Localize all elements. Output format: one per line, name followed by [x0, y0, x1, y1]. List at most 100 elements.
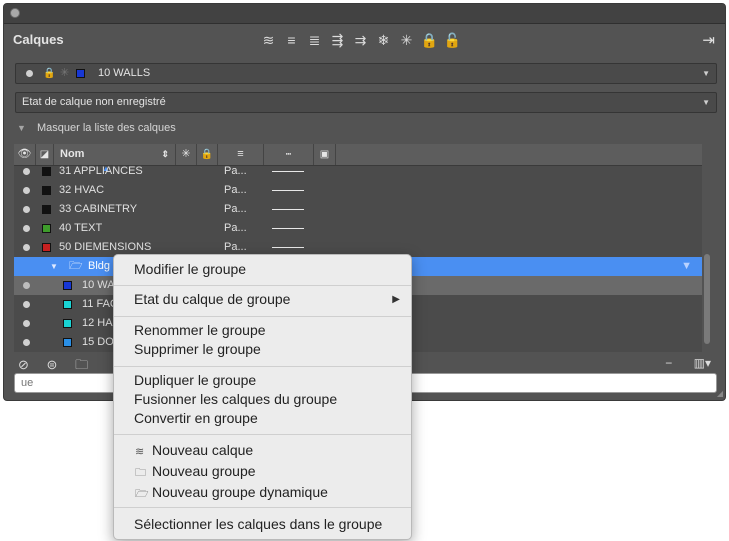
menu-item-duplicate-group[interactable]: Dupliquer le groupe	[134, 372, 256, 388]
freeze-status-icon: ✳	[60, 67, 70, 79]
collapse-label: Masquer la liste des calques	[36, 122, 176, 134]
visibility-icon	[26, 70, 33, 77]
table-row[interactable]: 33 CABINETRY Pa...	[14, 200, 702, 219]
lock-icon[interactable]: 🔒	[420, 31, 439, 49]
table-row[interactable]: 31 APPLIANCES Pa...	[14, 162, 702, 181]
linetype-line	[272, 171, 304, 172]
close-panel-button[interactable]	[10, 8, 20, 18]
unlock-icon[interactable]: 🔓	[443, 31, 462, 49]
visibility-icon[interactable]	[23, 320, 30, 327]
menu-item-rename-group[interactable]: Renommer le groupe	[134, 322, 266, 338]
plot-style: Pa...	[224, 184, 247, 196]
menu-divider	[114, 285, 411, 286]
menu-item-new-dynamic-group[interactable]: 🗁 Nouveau groupe dynamique	[135, 484, 328, 504]
menu-item-new-layer[interactable]: ≋ Nouveau calque	[135, 442, 253, 458]
print-icon: ▣	[319, 149, 330, 160]
menu-divider	[114, 507, 411, 508]
lock-status-icon: 🔒	[43, 68, 56, 79]
menu-item-label: Etat du calque de groupe	[134, 291, 291, 307]
color-swatch[interactable]	[42, 224, 51, 233]
columns-menu-icon[interactable]: ▥▾	[694, 356, 711, 370]
layer-toolbar: ≋ ≡ ≣ ⇶ ⇉ ❄ ✳ 🔒 🔓	[259, 31, 462, 49]
color-swatch[interactable]	[42, 243, 51, 252]
visibility-icon[interactable]	[23, 187, 30, 194]
visibility-icon[interactable]	[23, 206, 30, 213]
triangle-down-icon: ▼	[50, 262, 58, 271]
layers-icon: ≋	[135, 446, 145, 458]
panel-titlebar	[4, 4, 725, 24]
color-swatch[interactable]	[42, 167, 51, 176]
visibility-icon[interactable]	[23, 225, 30, 232]
bottom-right-toolbar: − ▥▾	[665, 356, 711, 370]
menu-item-select-layers[interactable]: Sélectionner les calques dans le groupe	[134, 516, 382, 532]
menu-item-delete-group[interactable]: Supprimer le groupe	[134, 341, 261, 357]
filter-icon: ▼	[681, 260, 692, 272]
plot-style: Pa...	[224, 222, 247, 234]
layer-name: 32 HVAC	[59, 184, 105, 196]
menu-divider	[114, 316, 411, 317]
column-name-label: Nom	[60, 148, 85, 160]
layer-match-icon[interactable]: ≣	[305, 31, 324, 49]
resize-grip[interactable]: ◢	[717, 389, 723, 398]
menu-item-edit-group[interactable]: Modifier le groupe	[134, 261, 246, 277]
table-row[interactable]: 40 TEXT Pa...	[14, 219, 702, 238]
linetype-icon: ┅	[285, 149, 292, 159]
color-swatch[interactable]	[42, 186, 51, 195]
table-row[interactable]: 32 HVAC Pa...	[14, 181, 702, 200]
context-menu: Modifier le groupe Etat du calque de gro…	[113, 254, 412, 540]
visibility-icon[interactable]	[23, 339, 30, 346]
plot-style: Pa...	[224, 165, 247, 177]
freeze-icon[interactable]: ❄	[374, 31, 393, 49]
current-layer-name: 10 WALLS	[98, 67, 151, 79]
triangle-down-icon: ▼	[17, 123, 26, 133]
scroll-thumb[interactable]	[704, 254, 710, 344]
color-swatch[interactable]	[63, 281, 72, 290]
menu-item-convert-group[interactable]: Convertir en groupe	[134, 410, 258, 426]
visibility-icon[interactable]	[23, 244, 30, 251]
menu-divider	[114, 434, 411, 435]
layer-previous-icon[interactable]: ⇶	[328, 31, 347, 49]
color-swatch[interactable]	[63, 300, 72, 309]
visibility-icon[interactable]	[23, 168, 30, 175]
visibility-icon[interactable]	[23, 301, 30, 308]
layer-properties-icon[interactable]: ≡	[282, 31, 301, 49]
layer-state-icon[interactable]: ≋	[259, 31, 278, 49]
lock-icon: 🔒	[200, 149, 214, 160]
minus-icon[interactable]: −	[665, 356, 672, 370]
current-layer-dropdown[interactable]: 🔒 ✳ 10 WALLS ▼	[15, 63, 717, 84]
color-swatch[interactable]	[63, 319, 72, 328]
group-name: Bldg	[88, 260, 111, 272]
lineweight-icon: ≡	[237, 148, 244, 160]
layer-scrollbar[interactable]	[704, 164, 710, 352]
color-swatch[interactable]	[42, 205, 51, 214]
layer-name: 40 TEXT	[59, 222, 103, 234]
new-layer-vp-icon[interactable]: ⊜	[47, 357, 58, 372]
menu-divider	[114, 366, 411, 367]
linetype-line	[272, 190, 304, 191]
layer-isolate-icon[interactable]: ⇉	[351, 31, 370, 49]
color-swatch[interactable]	[63, 338, 72, 347]
thaw-icon[interactable]: ✳	[397, 31, 416, 49]
menu-item-group-state[interactable]: Etat du calque de groupe	[134, 291, 390, 307]
menu-item-label: Nouveau groupe dynamique	[152, 484, 328, 500]
chevron-down-icon: ▼	[702, 69, 710, 78]
dynamic-folder-icon: 🗁	[135, 488, 149, 500]
visibility-icon[interactable]	[23, 282, 30, 289]
linetype-line	[272, 209, 304, 210]
layer-state-dropdown[interactable]: Etat de calque non enregistré ▼	[15, 92, 717, 113]
menu-item-new-group[interactable]: 🗀 Nouveau groupe	[135, 463, 256, 483]
new-layer-icon[interactable]: ⊘	[18, 357, 29, 372]
new-group-icon[interactable]: 🗀	[75, 357, 88, 372]
plot-style: Pa...	[224, 203, 247, 215]
chevron-down-icon: ▼	[702, 98, 710, 107]
layer-name: 15 DO	[82, 336, 114, 348]
dynamic-group-icon: 🗁	[69, 260, 83, 272]
collapse-layer-list[interactable]: ▼ Masquer la liste des calques	[17, 122, 176, 134]
menu-item-merge-group[interactable]: Fusionner les calques du groupe	[134, 391, 337, 407]
layer-state-value: Etat de calque non enregistré	[22, 96, 166, 108]
linetype-line	[272, 247, 304, 248]
menu-item-label: Nouveau calque	[152, 442, 254, 458]
submenu-arrow-icon: ▶	[392, 294, 400, 305]
layer-name: 10 WA	[82, 279, 115, 291]
exit-icon[interactable]: ⇥	[702, 31, 715, 49]
